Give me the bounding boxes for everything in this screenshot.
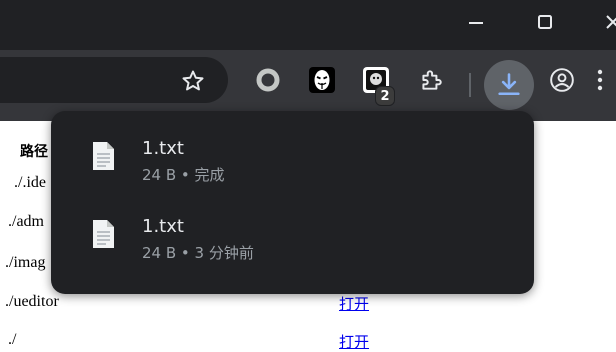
- profile-button[interactable]: [544, 62, 580, 98]
- toolbar-divider: [469, 73, 471, 97]
- download-status: 24 B • 3 分钟前: [142, 244, 254, 262]
- puzzle-extensions-icon: [422, 70, 442, 90]
- download-item[interactable]: 1.txt 24 B • 完成: [51, 118, 534, 196]
- circle-extension-icon: [256, 68, 280, 92]
- title-bar: [0, 0, 616, 50]
- download-item[interactable]: 1.txt 24 B • 3 分钟前: [51, 196, 534, 274]
- download-status: 24 B • 完成: [142, 166, 225, 184]
- downloads-bubble: 1.txt 24 B • 完成 1.txt 24 B • 3 分钟前: [51, 111, 534, 294]
- menu-button[interactable]: [596, 62, 616, 98]
- path-row: ./ueditor: [5, 293, 59, 310]
- download-file-name: 1.txt: [142, 138, 184, 159]
- extension-badge: 2: [375, 86, 395, 106]
- close-button[interactable]: [590, 0, 616, 44]
- maximize-button[interactable]: [522, 0, 568, 44]
- kebab-menu-icon: [597, 69, 603, 91]
- open-link[interactable]: 打开: [339, 331, 369, 352]
- path-row: ./: [8, 331, 17, 348]
- minimize-icon: [469, 22, 483, 24]
- path-row: ./.ide: [14, 174, 46, 191]
- text-file-icon: [93, 142, 114, 170]
- open-link[interactable]: 打开: [339, 293, 369, 314]
- mask-extension-icon: [309, 67, 335, 93]
- download-file-name: 1.txt: [142, 216, 184, 237]
- star-icon[interactable]: [180, 68, 206, 94]
- close-icon: [606, 15, 616, 29]
- download-icon: [498, 73, 520, 96]
- minimize-button[interactable]: [453, 0, 499, 44]
- maximize-icon: [538, 15, 552, 29]
- text-file-icon: [93, 220, 114, 248]
- column-header: 路径: [20, 144, 48, 160]
- downloads-button[interactable]: [484, 60, 534, 110]
- path-row: ./adm: [8, 213, 44, 230]
- circle-extension-button[interactable]: [250, 62, 286, 98]
- extensions-button[interactable]: [413, 62, 449, 98]
- profile-icon: [550, 68, 574, 92]
- mask-extension-button[interactable]: [304, 62, 340, 98]
- path-row: ./imag: [5, 254, 46, 271]
